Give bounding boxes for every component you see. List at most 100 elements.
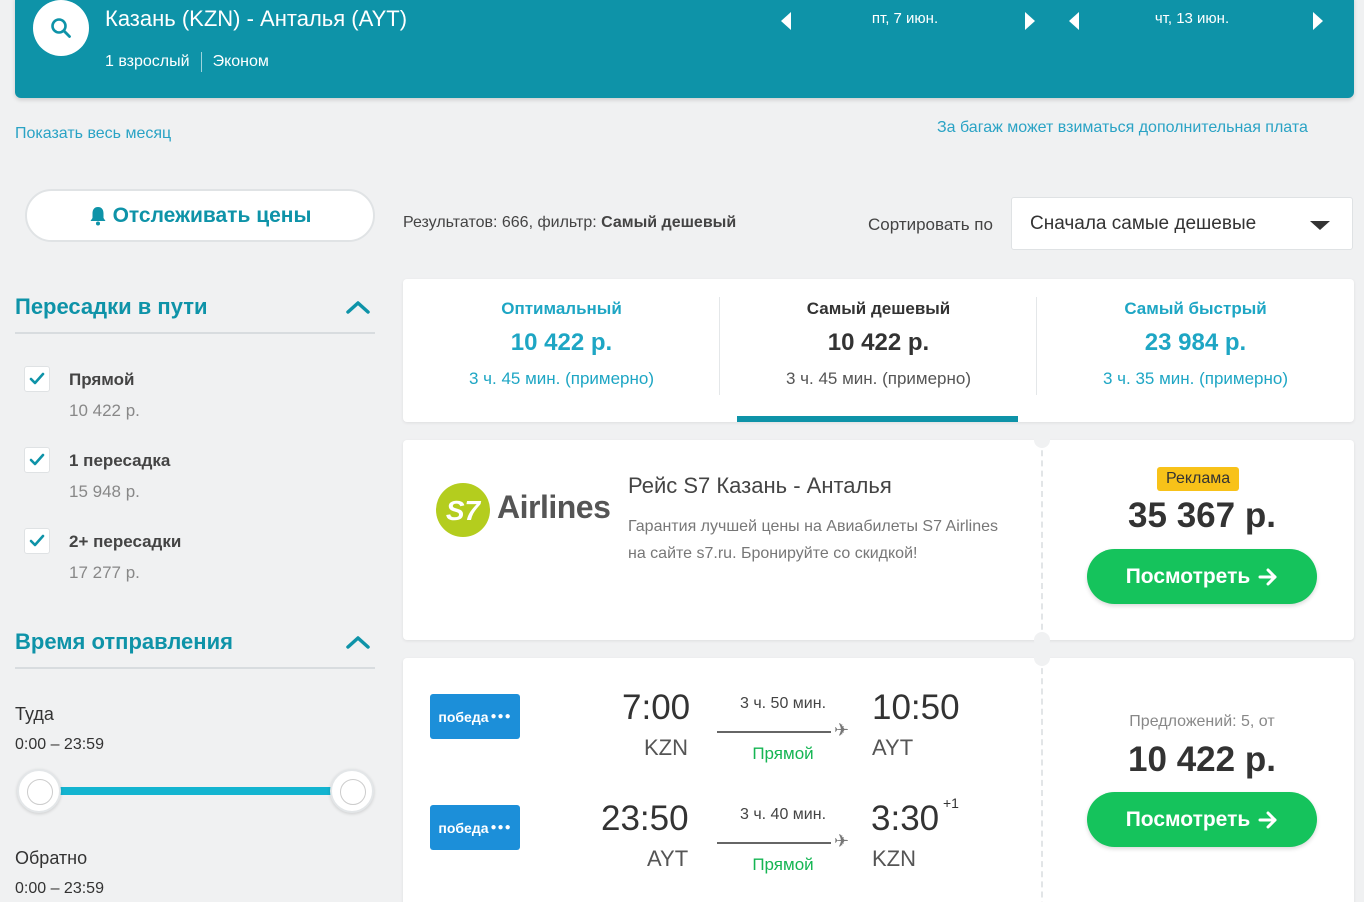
stops-option-label[interactable]: 2+ пересадки [69,532,181,552]
stops-option-label[interactable]: 1 пересадка [69,451,170,471]
prev-date-out-button[interactable] [781,12,791,30]
stops-label: Прямой [752,744,814,763]
departure-filter-title[interactable]: Время отправления [15,629,233,655]
route-line [717,842,831,844]
cabin-class: Эконом [212,53,269,70]
plane-icon: ✈ [834,720,850,740]
ticket-notch [1034,432,1050,448]
tab-title: Самый быстрый [1124,299,1267,318]
stops-option-price: 10 422 р. [69,401,140,420]
arrival-code: KZN [872,846,916,871]
checkbox-direct[interactable] [24,366,50,392]
ad-price: 35 367 р. [1128,496,1276,535]
departure-time: 23:50 [601,799,689,838]
outbound-range: 0:00 – 23:59 [15,736,104,753]
divider [15,667,375,669]
flight-view-button[interactable]: Посмотреть [1087,792,1317,847]
outbound-time-slider[interactable] [40,787,352,795]
date-back[interactable]: чт, 13 июн. [1112,10,1272,27]
divider [15,332,375,334]
track-prices-label: Отслеживать цены [112,203,312,227]
active-filter: Самый дешевый [601,214,737,231]
tab-cheapest[interactable]: Самый дешевый 10 422 р. 3 ч. 45 мин. (пр… [720,279,1037,422]
ticket-notch [1034,632,1050,648]
view-button-label: Посмотреть [1125,807,1251,831]
ad-badge: Реклама [1157,467,1240,491]
active-tab-indicator [737,416,1018,422]
airline-name: победа [438,708,489,725]
tab-price: 10 422 р. [827,329,930,356]
checkbox-two-plus-stops[interactable] [24,528,50,554]
search-header: Казань (KZN) - Анталья (AYT) 1 взрослый … [15,0,1354,98]
sort-tabs: Оптимальный 10 422 р. 3 ч. 45 мин. (прим… [403,279,1354,422]
track-prices-button[interactable]: Отслеживать цены [25,189,375,242]
search-icon [51,18,71,38]
ad-view-button[interactable]: Посмотреть [1087,549,1317,604]
return-range: 0:00 – 23:59 [15,880,104,897]
s7-logo-mark: S7 [446,495,482,526]
tab-duration: 3 ч. 45 мин. (примерно) [785,369,972,388]
arrival-time: 3:30 [871,799,940,838]
stops-option-price: 15 948 р. [69,482,140,501]
checkmark-icon [29,372,45,385]
return-label: Обратно [15,848,88,868]
s7-logo: S7 [436,483,490,537]
offers-count: Предложений: 5, от [1129,713,1275,730]
tab-duration: 3 ч. 45 мин. (примерно) [468,369,655,388]
search-summary[interactable]: 1 взрослый Эконом [105,52,269,72]
arrow-right-icon [1258,568,1277,585]
slider-start-handle[interactable] [17,769,61,813]
stops-option-label[interactable]: Прямой [69,370,135,390]
departure-code: KZN [644,735,688,760]
tab-duration: 3 ч. 35 мин. (примерно) [1102,369,1289,388]
date-out[interactable]: пт, 7 июн. [825,10,985,27]
tab-title: Самый дешевый [806,299,951,318]
s7-logo-text: Airlines [497,489,611,525]
flight-duration: 3 ч. 40 мин. [739,806,827,823]
stops-filter-title[interactable]: Пересадки в пути [15,294,208,320]
tab-optimal[interactable]: Оптимальный 10 422 р. 3 ч. 45 мин. (прим… [403,279,720,422]
search-button[interactable] [33,0,89,56]
sort-dropdown[interactable]: Сначала самые дешевые [1011,197,1353,250]
tab-price: 10 422 р. [510,329,613,356]
airline-logo: победа ●●● [430,694,520,739]
dots-icon: ●●● [490,711,512,722]
show-month-link[interactable]: Показать весь месяц [15,125,171,143]
chevron-up-icon[interactable] [346,635,370,649]
prev-date-back-button[interactable] [1069,12,1079,30]
airline-name: победа [438,819,489,836]
divider [200,52,202,72]
stops-label: Прямой [752,855,814,874]
next-date-out-button[interactable] [1025,12,1035,30]
arrival-time: 10:50 [872,688,960,727]
departure-time: 7:00 [622,688,691,727]
checkbox-one-stop[interactable] [24,447,50,473]
route-title[interactable]: Казань (KZN) - Анталья (AYT) [105,6,407,32]
checkmark-icon [29,534,45,547]
dots-icon: ●●● [490,822,512,833]
flight-duration: 3 ч. 50 мин. [739,695,827,712]
chevron-up-icon[interactable] [346,300,370,314]
arrow-right-icon [1258,811,1277,828]
divider [1041,658,1043,902]
view-button-label: Посмотреть [1125,564,1251,588]
ad-card[interactable]: S7 Airlines Рейс S7 Казань - Анталья Гар… [403,432,1354,648]
stops-option-price: 17 277 р. [69,563,140,582]
sort-value: Сначала самые дешевые [1030,213,1257,234]
passengers-count: 1 взрослый [105,53,190,70]
tab-fastest[interactable]: Самый быстрый 23 984 р. 3 ч. 35 мин. (пр… [1037,279,1354,422]
sort-label: Сортировать по [868,215,993,234]
results-summary: Результатов: 666, фильтр: Самый дешевый [403,214,736,232]
next-day-marker: +1 [943,795,959,811]
outbound-label: Туда [15,704,54,724]
next-date-back-button[interactable] [1313,12,1323,30]
ad-description: Гарантия лучшей цены на Авиабилеты S7 Ai… [628,518,998,562]
results-count: Результатов: 666, фильтр: [403,214,597,231]
slider-end-handle[interactable] [330,769,374,813]
ad-title[interactable]: Рейс S7 Казань - Анталья [628,473,892,499]
flight-price: 10 422 р. [1128,740,1276,779]
baggage-fee-link[interactable]: За багаж может взиматься дополнительная … [937,119,1308,137]
tab-title: Оптимальный [501,299,622,318]
flight-card[interactable]: победа ●●● 7:00 KZN 3 ч. 50 мин. ✈ Прямо… [403,650,1354,902]
divider [1041,440,1043,640]
